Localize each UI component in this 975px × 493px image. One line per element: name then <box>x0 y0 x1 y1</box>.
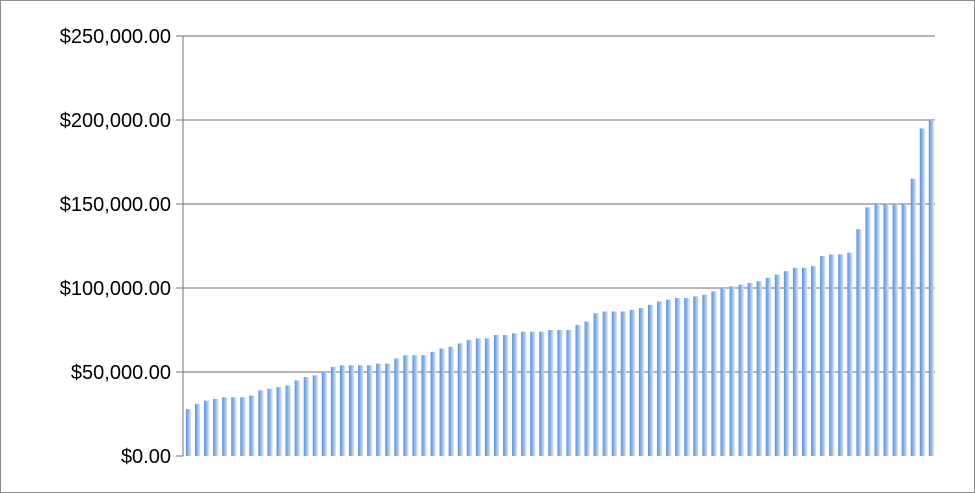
bar <box>321 372 328 456</box>
bar <box>702 294 708 456</box>
bar <box>620 311 627 456</box>
bar <box>566 330 572 456</box>
bar <box>412 355 418 456</box>
bar <box>666 299 672 456</box>
bar <box>367 365 373 456</box>
bar <box>493 335 500 456</box>
y-axis: $0.00 $50,000.00 $100,000.00 $150,000.00 $20… <box>60 26 184 468</box>
bar <box>430 351 436 456</box>
bar <box>339 365 346 456</box>
bar <box>901 204 907 456</box>
bar <box>720 288 726 456</box>
bar <box>267 388 273 456</box>
bar <box>213 398 219 456</box>
bar <box>512 333 518 456</box>
bar <box>593 313 599 456</box>
bar <box>194 403 201 456</box>
bar <box>276 387 282 456</box>
bar <box>475 338 482 456</box>
bar <box>747 282 753 456</box>
bar <box>394 358 400 456</box>
bar <box>240 397 246 456</box>
bar <box>185 408 192 456</box>
bar <box>928 120 935 456</box>
bar <box>503 335 509 456</box>
bar <box>285 385 291 456</box>
bar <box>910 178 916 457</box>
bar <box>638 308 645 456</box>
bar <box>330 366 337 456</box>
bar <box>774 274 781 456</box>
bar <box>602 311 608 456</box>
bar <box>657 301 663 456</box>
bar <box>385 363 391 456</box>
bar <box>693 296 699 456</box>
bar <box>439 348 445 456</box>
bar <box>892 204 898 456</box>
bar <box>231 397 237 456</box>
y-tick-label: $250,000.00 <box>60 26 171 48</box>
bar <box>629 309 636 456</box>
bar <box>539 331 545 456</box>
bar <box>448 346 454 456</box>
bar <box>421 355 427 456</box>
bar <box>838 254 844 456</box>
bar <box>765 277 772 456</box>
bar <box>919 128 926 456</box>
bar <box>457 343 463 456</box>
y-tick-label: $50,000.00 <box>71 362 171 384</box>
bar <box>883 204 889 456</box>
bar <box>557 330 563 456</box>
bar <box>647 304 654 456</box>
bar <box>829 254 835 456</box>
bar <box>548 330 554 456</box>
bar <box>847 252 853 456</box>
bar <box>820 256 826 456</box>
bar <box>711 291 717 456</box>
bar <box>865 207 871 456</box>
y-tick-label: $200,000.00 <box>60 110 171 132</box>
bar <box>584 321 590 456</box>
bar <box>484 338 491 456</box>
bar <box>403 355 409 456</box>
bar <box>783 271 790 456</box>
y-tick-label: $0.00 <box>121 446 171 468</box>
bar <box>738 284 744 456</box>
bar <box>792 267 799 456</box>
bar <box>874 204 880 456</box>
bar <box>684 298 690 456</box>
bar <box>466 340 473 456</box>
bar <box>756 281 762 456</box>
bar <box>303 377 309 456</box>
bar <box>348 365 355 456</box>
bar <box>204 400 210 456</box>
bar-chart: $0.00 $50,000.00 $100,000.00 $150,000.00 $20… <box>60 26 935 468</box>
bar <box>802 267 808 456</box>
bar <box>358 365 364 456</box>
bar <box>294 380 300 456</box>
bar <box>258 390 264 456</box>
bar <box>575 324 581 456</box>
bar <box>530 331 536 456</box>
bar <box>376 363 382 456</box>
bar <box>222 397 228 456</box>
y-tick-label: $150,000.00 <box>60 194 171 216</box>
bar <box>675 298 681 456</box>
bar <box>521 331 527 456</box>
bar <box>249 395 255 456</box>
bar <box>856 229 862 456</box>
bar <box>729 286 735 456</box>
bar <box>811 266 817 456</box>
bar <box>611 311 617 456</box>
bar <box>312 375 318 456</box>
y-tick-label: $100,000.00 <box>60 278 171 300</box>
